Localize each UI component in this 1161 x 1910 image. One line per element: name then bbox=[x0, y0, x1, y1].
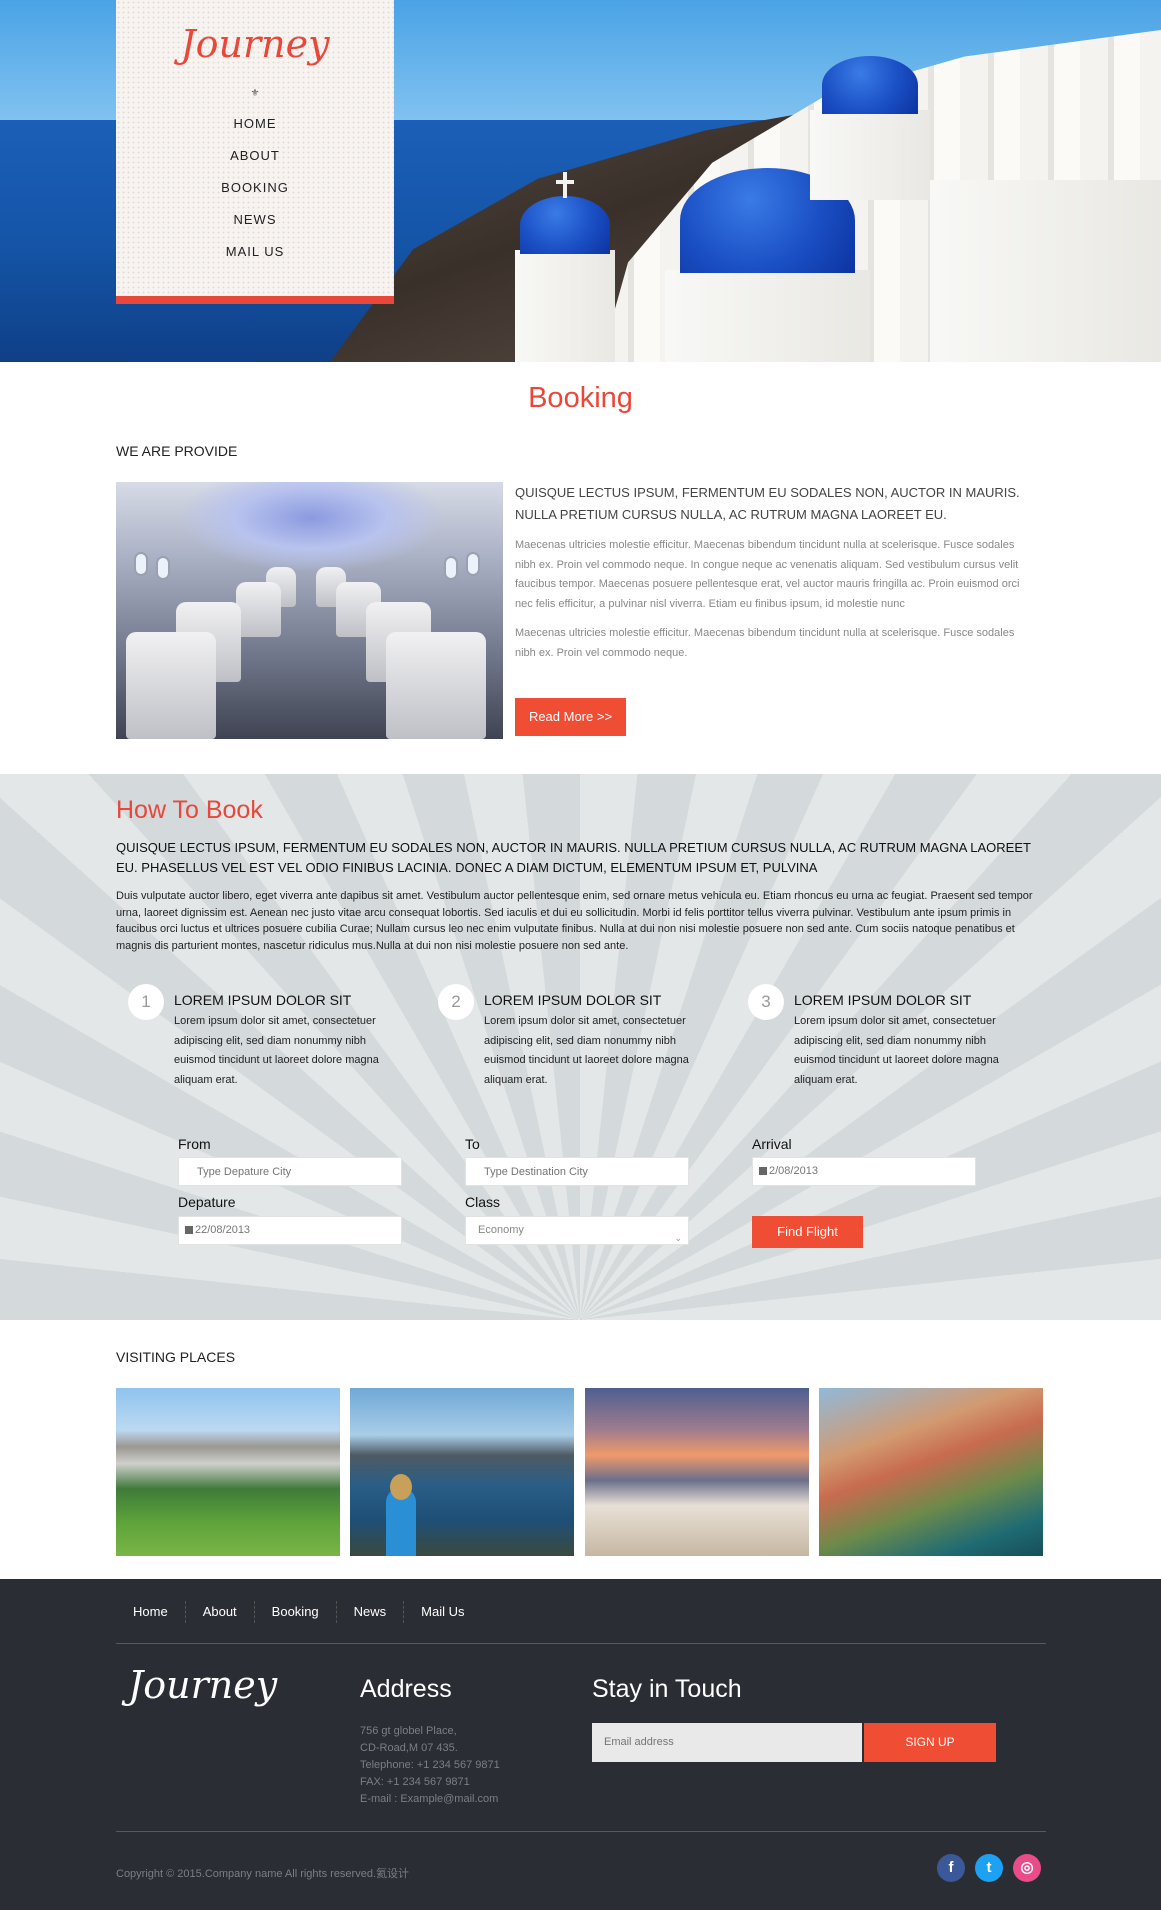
address-line: E-mail : Example@mail.com bbox=[360, 1793, 499, 1805]
visiting-places-label: VISITING PLACES bbox=[116, 1349, 236, 1365]
read-more-button[interactable]: Read More >> bbox=[515, 698, 626, 736]
footer-divider bbox=[116, 1831, 1046, 1832]
provide-paragraph: Maecenas ultricies molestie efficitur. M… bbox=[515, 539, 1020, 610]
class-select-value: Economy bbox=[478, 1224, 524, 1236]
provide-text: QUISQUE LECTUS IPSUM, FERMENTUM EU SODAL… bbox=[515, 482, 1035, 663]
nav-item-about[interactable]: ABOUT bbox=[116, 144, 394, 176]
main-nav-panel: Journey ⚜ HOME ABOUT BOOKING NEWS MAIL U… bbox=[116, 0, 394, 304]
footer-nav-news[interactable]: News bbox=[337, 1601, 405, 1623]
footer-divider bbox=[116, 1643, 1046, 1644]
address-block: 756 gt globel Place, CD-Road,M 07 435. T… bbox=[360, 1723, 500, 1808]
dome-small bbox=[520, 196, 610, 254]
from-input[interactable] bbox=[178, 1157, 402, 1186]
address-title: Address bbox=[360, 1675, 452, 1703]
twitter-icon[interactable]: t bbox=[975, 1854, 1003, 1882]
signup-button[interactable]: SIGN UP bbox=[864, 1723, 996, 1762]
step-text: Lorem ipsum dolor sit amet, consectetuer… bbox=[484, 1015, 689, 1086]
cabin-ceiling bbox=[176, 482, 446, 572]
nav-item-home[interactable]: HOME bbox=[116, 112, 394, 144]
church-big bbox=[665, 270, 870, 362]
step-3: 3 LOREM IPSUM DOLOR SIT Lorem ipsum dolo… bbox=[736, 984, 1026, 1094]
provide-lead: QUISQUE LECTUS IPSUM, FERMENTUM EU SODAL… bbox=[515, 485, 1020, 522]
nav-item-booking[interactable]: BOOKING bbox=[116, 176, 394, 208]
calendar-icon bbox=[759, 1167, 767, 1175]
dribbble-icon[interactable]: ◎ bbox=[1013, 1854, 1041, 1882]
cross-small bbox=[563, 172, 567, 198]
address-line: 756 gt globel Place, bbox=[360, 1725, 457, 1737]
church-small bbox=[515, 250, 615, 362]
step-text: Lorem ipsum dolor sit amet, consectetuer… bbox=[174, 1015, 379, 1086]
depature-date-field[interactable]: 22/08/2013 bbox=[178, 1216, 402, 1245]
step-number: 1 bbox=[128, 984, 164, 1020]
step-number: 3 bbox=[748, 984, 784, 1020]
footer-nav-mail-us[interactable]: Mail Us bbox=[404, 1601, 481, 1623]
cabin-window bbox=[444, 556, 458, 580]
nav-item-news[interactable]: NEWS bbox=[116, 208, 394, 240]
cabin-window bbox=[466, 552, 480, 576]
depature-label: Depature bbox=[178, 1194, 236, 1210]
how-to-book-section: How To Book QUISQUE LECTUS IPSUM, FERMEN… bbox=[0, 774, 1161, 1320]
step-number: 2 bbox=[438, 984, 474, 1020]
footer-nav-about[interactable]: About bbox=[186, 1601, 255, 1623]
footer: Home About Booking News Mail Us Journey … bbox=[0, 1579, 1161, 1910]
step-2: 2 LOREM IPSUM DOLOR SIT Lorem ipsum dolo… bbox=[426, 984, 716, 1094]
class-label: Class bbox=[465, 1194, 501, 1210]
main-nav: HOME ABOUT BOOKING NEWS MAIL US bbox=[116, 112, 394, 272]
footer-nav-booking[interactable]: Booking bbox=[255, 1601, 337, 1623]
arrival-label: Arrival bbox=[752, 1136, 792, 1152]
footer-logo[interactable]: Journey bbox=[128, 1663, 277, 1707]
step-1: 1 LOREM IPSUM DOLOR SIT Lorem ipsum dolo… bbox=[116, 984, 406, 1094]
cross-small-bar bbox=[556, 180, 574, 184]
cabin-seat bbox=[386, 632, 486, 739]
step-text: Lorem ipsum dolor sit amet, consectetuer… bbox=[794, 1015, 999, 1086]
place-image-cinque-terre[interactable] bbox=[819, 1388, 1043, 1556]
step-title: LOREM IPSUM DOLOR SIT bbox=[174, 992, 352, 1008]
facebook-icon[interactable]: f bbox=[937, 1854, 965, 1882]
address-line: Telephone: +1 234 567 9871 bbox=[360, 1759, 500, 1771]
how-paragraph: Duis vulputate auctor libero, eget viver… bbox=[116, 890, 1033, 952]
site-logo[interactable]: Journey bbox=[116, 22, 394, 66]
provide-label: WE ARE PROVIDE bbox=[116, 443, 238, 459]
from-label: From bbox=[178, 1136, 211, 1152]
hiker-hair bbox=[390, 1474, 412, 1500]
provide-paragraph: Maecenas ultricies molestie efficitur. M… bbox=[515, 627, 1015, 659]
class-select[interactable]: Economy ⌄ bbox=[465, 1216, 689, 1245]
footer-nav-home[interactable]: Home bbox=[116, 1601, 186, 1623]
stay-in-touch-title: Stay in Touch bbox=[592, 1675, 742, 1703]
cabin-seat bbox=[236, 582, 281, 637]
depature-date-value: 22/08/2013 bbox=[195, 1224, 251, 1236]
place-image-mountains[interactable] bbox=[116, 1388, 340, 1556]
cabin-window bbox=[156, 556, 170, 580]
newsletter-email-input[interactable] bbox=[592, 1723, 862, 1762]
arrival-date-value: 2/08/2013 bbox=[769, 1165, 818, 1177]
copyright-text: Copyright © 2015.Company name All rights… bbox=[116, 1868, 410, 1880]
cabin-seat bbox=[126, 632, 216, 739]
calendar-icon bbox=[185, 1226, 193, 1234]
hero-banner: Journey ⚜ HOME ABOUT BOOKING NEWS MAIL U… bbox=[0, 0, 1161, 362]
place-image-fjord[interactable] bbox=[350, 1388, 574, 1556]
address-line: CD-Road,M 07 435. bbox=[360, 1742, 458, 1754]
plane-cabin-image bbox=[116, 482, 503, 739]
arrival-date-field[interactable]: 2/08/2013 bbox=[752, 1157, 976, 1186]
how-lead: QUISQUE LECTUS IPSUM, FERMENTUM EU SODAL… bbox=[116, 840, 1031, 875]
dome-top bbox=[822, 56, 918, 114]
how-to-book-title: How To Book bbox=[116, 796, 263, 824]
find-flight-button[interactable]: Find Flight bbox=[752, 1216, 863, 1248]
address-line: FAX: +1 234 567 9871 bbox=[360, 1776, 470, 1788]
to-label: To bbox=[465, 1136, 480, 1152]
church-top bbox=[810, 110, 930, 200]
booking-title: Booking bbox=[528, 382, 633, 414]
footer-nav: Home About Booking News Mail Us bbox=[116, 1601, 482, 1623]
step-title: LOREM IPSUM DOLOR SIT bbox=[484, 992, 662, 1008]
building-right bbox=[930, 180, 1161, 362]
nav-item-mail-us[interactable]: MAIL US bbox=[116, 240, 394, 272]
place-image-santorini-sunset[interactable] bbox=[585, 1388, 809, 1556]
chevron-down-icon: ⌄ bbox=[674, 1233, 682, 1243]
step-title: LOREM IPSUM DOLOR SIT bbox=[794, 992, 972, 1008]
cabin-window bbox=[134, 552, 148, 576]
to-input[interactable] bbox=[465, 1157, 689, 1186]
ornament-icon: ⚜ bbox=[250, 88, 260, 99]
